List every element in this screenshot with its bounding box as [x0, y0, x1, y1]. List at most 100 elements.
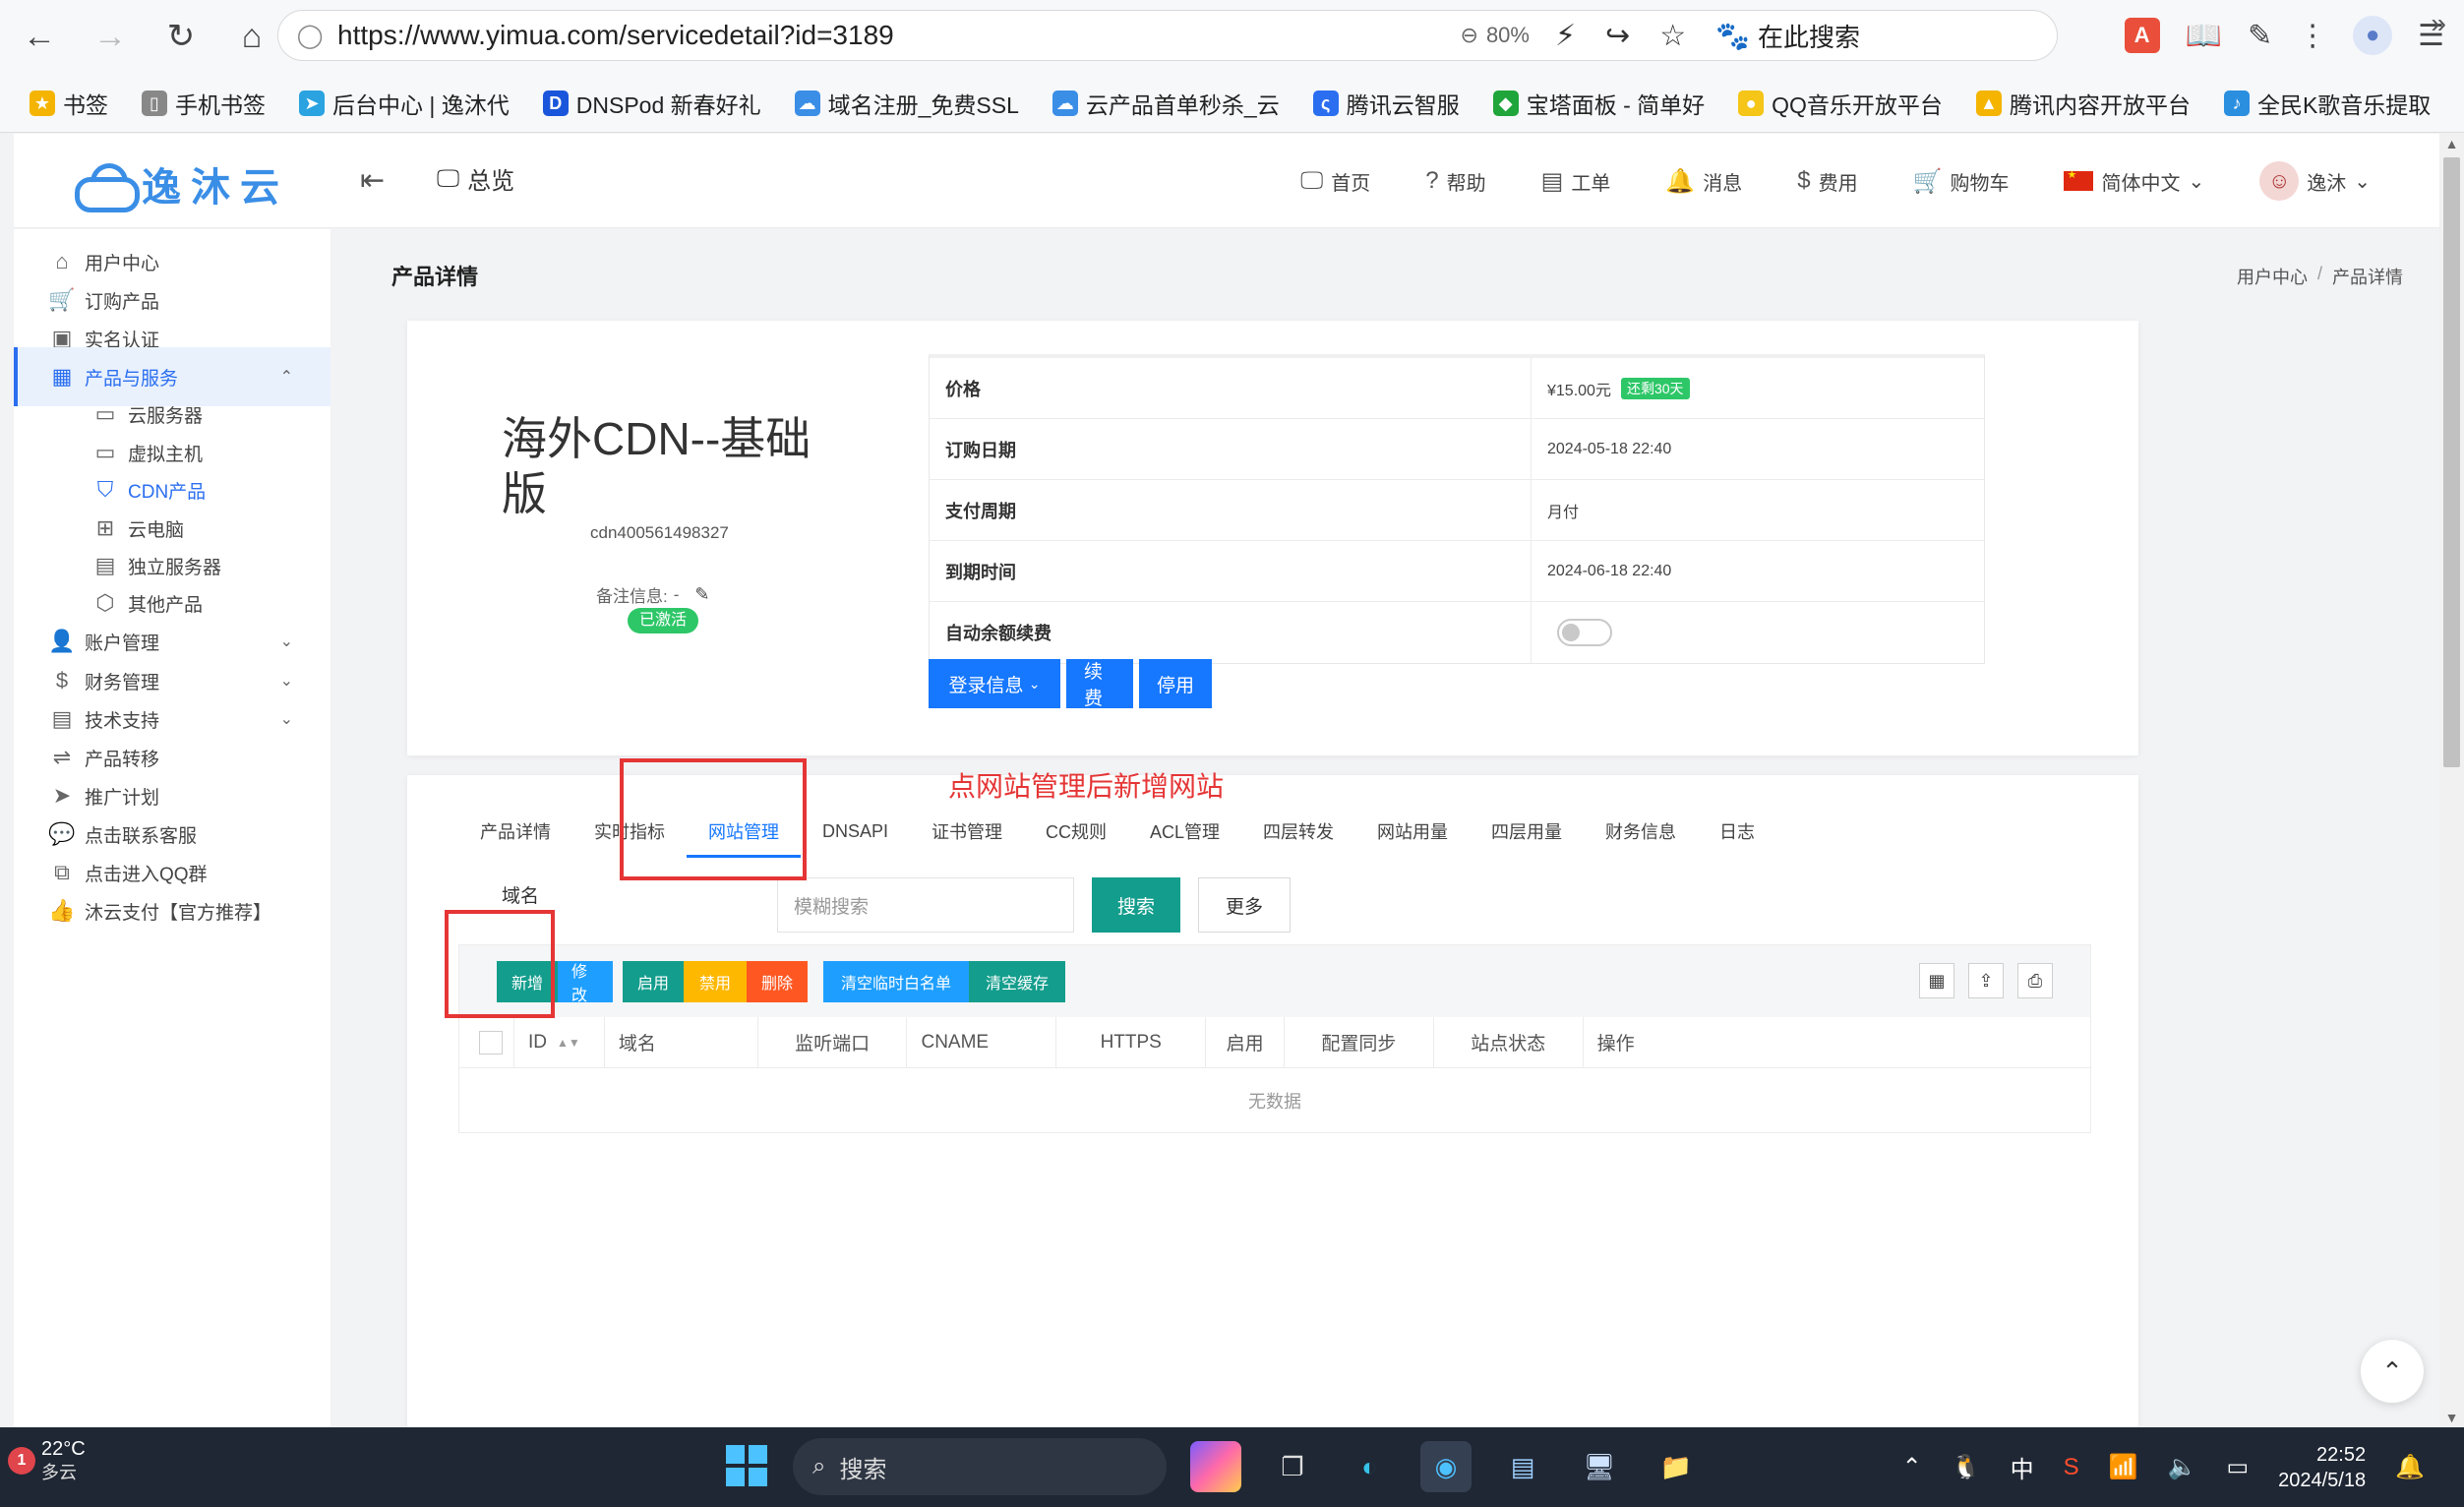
sogou-ime-icon[interactable]: S — [2064, 1454, 2079, 1481]
battery-icon[interactable]: ▭ — [2226, 1453, 2249, 1481]
tab-item[interactable]: 证书管理 — [910, 805, 1024, 858]
back-to-top-button[interactable]: ⌃ — [2361, 1340, 2424, 1403]
tab-item[interactable]: 四层用量 — [1470, 805, 1584, 858]
bookmark-item[interactable]: ➤ 后台中心 | 逸沐代 — [299, 87, 510, 120]
select-all-checkbox[interactable] — [479, 1030, 503, 1055]
renew-button[interactable]: 续费 — [1066, 659, 1133, 709]
more-menu-icon[interactable]: ⋮ — [2298, 19, 2327, 53]
bookmark-item[interactable]: ● QQ音乐开放平台 — [1738, 87, 1943, 120]
clear-cache-button[interactable]: 清空缓存 — [969, 961, 1065, 1002]
logo[interactable]: 逸沐云 — [69, 155, 289, 212]
overview-link[interactable]: 🖵 总览 — [437, 161, 514, 196]
system-clock[interactable]: 22:52 2024/5/18 — [2278, 1442, 2366, 1493]
bookmark-item[interactable]: ς 腾讯云智服 — [1312, 87, 1460, 120]
bookmarks-overflow-icon[interactable]: » — [2431, 8, 2446, 39]
scroll-up-icon[interactable]: ▲ — [2439, 136, 2464, 151]
tab-item[interactable]: 产品详情 — [458, 805, 572, 858]
pdf-extension-icon[interactable]: A — [2124, 18, 2160, 53]
file-explorer-icon[interactable]: 📁 — [1651, 1441, 1702, 1492]
forward-icon[interactable]: → — [79, 5, 142, 68]
task-view-icon[interactable]: ❐ — [1267, 1441, 1318, 1492]
auto-renew-toggle[interactable] — [1557, 619, 1612, 646]
home-icon[interactable]: ⌂ — [220, 5, 283, 68]
ime-indicator[interactable]: 中 — [2011, 1450, 2034, 1484]
column-header[interactable]: ID ▲▼ — [514, 1016, 605, 1068]
enable-button[interactable]: 启用 — [623, 961, 684, 1002]
edit-button[interactable]: 修改 — [558, 961, 613, 1004]
more-button[interactable]: 更多 — [1198, 877, 1291, 933]
share-icon[interactable]: ↪ — [1605, 19, 1630, 53]
fuzzy-search-input[interactable]: 模糊搜索 — [777, 877, 1074, 933]
notepad-icon[interactable]: ▤ — [1497, 1441, 1548, 1492]
edge-browser-icon[interactable]: ◐ — [1344, 1441, 1395, 1492]
remaining-days-badge: 还剩30天 — [1620, 377, 1690, 399]
bookmark-item[interactable]: ▯ 手机书签 — [142, 87, 266, 120]
user-menu[interactable]: ☺ 逸沐 ⌄ — [2259, 161, 2371, 201]
toolbar-group-state: 启用 禁用 删除 — [623, 961, 808, 1002]
tab-item[interactable]: CC规则 — [1024, 805, 1128, 858]
bookmark-item[interactable]: ▲ 腾讯内容开放平台 — [1975, 87, 2191, 120]
header-nav-item[interactable]: 🖵 首页 — [1300, 167, 1370, 196]
copilot-app-icon[interactable] — [1190, 1441, 1241, 1492]
lightning-icon[interactable]: ⚡ — [1555, 19, 1576, 53]
bookmark-item[interactable]: ◆ 宝塔面板 - 简单好 — [1492, 87, 1705, 120]
delete-button[interactable]: 删除 — [747, 961, 808, 1002]
tab-item[interactable]: 网站用量 — [1355, 805, 1470, 858]
wifi-icon[interactable]: 📶 — [2109, 1453, 2138, 1481]
bookmark-item[interactable]: ☁ 云产品首单秒杀_云 — [1052, 87, 1280, 120]
scroll-down-icon[interactable]: ▼ — [2439, 1410, 2464, 1425]
bookmark-item[interactable]: ★ 书签 — [30, 87, 108, 120]
search-button[interactable]: 搜索 — [1092, 877, 1180, 933]
bookmark-item[interactable]: ♪ 全民K歌音乐提取 — [2223, 87, 2431, 120]
tab-item[interactable]: 四层转发 — [1241, 805, 1355, 858]
search-engine-box[interactable]: 🐾 在此搜索 — [1715, 18, 1860, 54]
favorite-star-icon[interactable]: ☆ — [1659, 19, 1686, 53]
export-icon[interactable]: ⇪ — [1968, 963, 2004, 998]
header-nav-item[interactable]: 🔔 消息 — [1665, 167, 1742, 196]
disable-button[interactable]: 停用 — [1139, 659, 1212, 708]
print-icon[interactable]: ⎙ — [2017, 963, 2053, 998]
header-nav-item[interactable]: $ 费用 — [1797, 167, 1857, 196]
remote-desktop-icon[interactable]: 🖥 — [1574, 1441, 1625, 1492]
login-info-button[interactable]: 登录信息 ⌄ — [929, 659, 1060, 708]
column-filter-icon[interactable]: ▦ — [1919, 963, 1954, 998]
edit-pencil-icon[interactable]: ✎ — [694, 584, 709, 605]
refresh-icon[interactable]: ↻ — [150, 5, 212, 68]
weather-widget[interactable]: 1 22°C 多云 — [8, 1437, 86, 1484]
tab-item[interactable]: DNSAPI — [801, 805, 910, 858]
bookmark-item[interactable]: ☁ 域名注册_免费SSL — [794, 87, 1019, 120]
address-bar[interactable]: ◯ https://www.yimua.com/servicedetail?id… — [277, 10, 2058, 61]
sort-icon[interactable]: ▲▼ — [557, 1036, 580, 1050]
cloud-logo-icon — [69, 163, 140, 212]
url-text[interactable]: https://www.yimua.com/servicedetail?id=3… — [337, 20, 1461, 51]
zoom-indicator[interactable]: ⊖ 80% — [1461, 23, 1530, 48]
profile-icon[interactable]: ● — [2353, 16, 2393, 55]
bookmark-item[interactable]: D DNSPod 新春好礼 — [542, 87, 761, 120]
tray-overflow-icon[interactable]: ⌃ — [1902, 1453, 1922, 1481]
tab-item[interactable]: 日志 — [1698, 805, 1776, 858]
volume-icon[interactable]: 🔈 — [2168, 1453, 2197, 1481]
reading-mode-icon[interactable]: 📖 — [2186, 19, 2222, 53]
clear-temp-whitelist-button[interactable]: 清空临时白名单 — [823, 961, 969, 1002]
page-scrollbar[interactable]: ▲ ▼ — [2439, 134, 2464, 1427]
notes-icon[interactable]: ✎ — [2248, 19, 2272, 53]
header-nav-item[interactable]: ▤ 工单 — [1541, 167, 1611, 196]
sidebar-item[interactable]: 👍 沐云支付【官方推荐】 — [14, 881, 331, 940]
windows-taskbar: 1 22°C 多云 ⌕ 搜索 ❐ ◐ ◉ ▤ 🖥 📁 ⌃ 🐧 中 S 📶 🔈 ▭… — [0, 1427, 2464, 1507]
disable-site-button[interactable]: 禁用 — [684, 961, 747, 1002]
breadcrumb-item-home[interactable]: 用户中心 — [2237, 264, 2308, 289]
scrollbar-thumb[interactable] — [2443, 157, 2460, 767]
tab-item[interactable]: 财务信息 — [1584, 805, 1698, 858]
site-info-icon[interactable]: ◯ — [290, 22, 330, 50]
header-nav-item[interactable]: 🛒 购物车 — [1913, 167, 2010, 196]
sidebar-collapse-icon[interactable]: ⇤ — [360, 163, 385, 198]
notification-bell-icon[interactable]: 🔔 — [2395, 1453, 2425, 1481]
browser-app-icon[interactable]: ◉ — [1420, 1441, 1472, 1492]
taskbar-search[interactable]: ⌕ 搜索 — [793, 1438, 1167, 1495]
header-nav-item[interactable]: ? 帮助 — [1425, 167, 1485, 196]
qq-tray-icon[interactable]: 🐧 — [1952, 1453, 1981, 1481]
windows-start-icon[interactable] — [726, 1445, 767, 1486]
back-icon[interactable]: ← — [8, 5, 71, 68]
tab-item[interactable]: ACL管理 — [1128, 805, 1241, 858]
language-switch[interactable]: 简体中文 ⌄ — [2064, 167, 2204, 196]
